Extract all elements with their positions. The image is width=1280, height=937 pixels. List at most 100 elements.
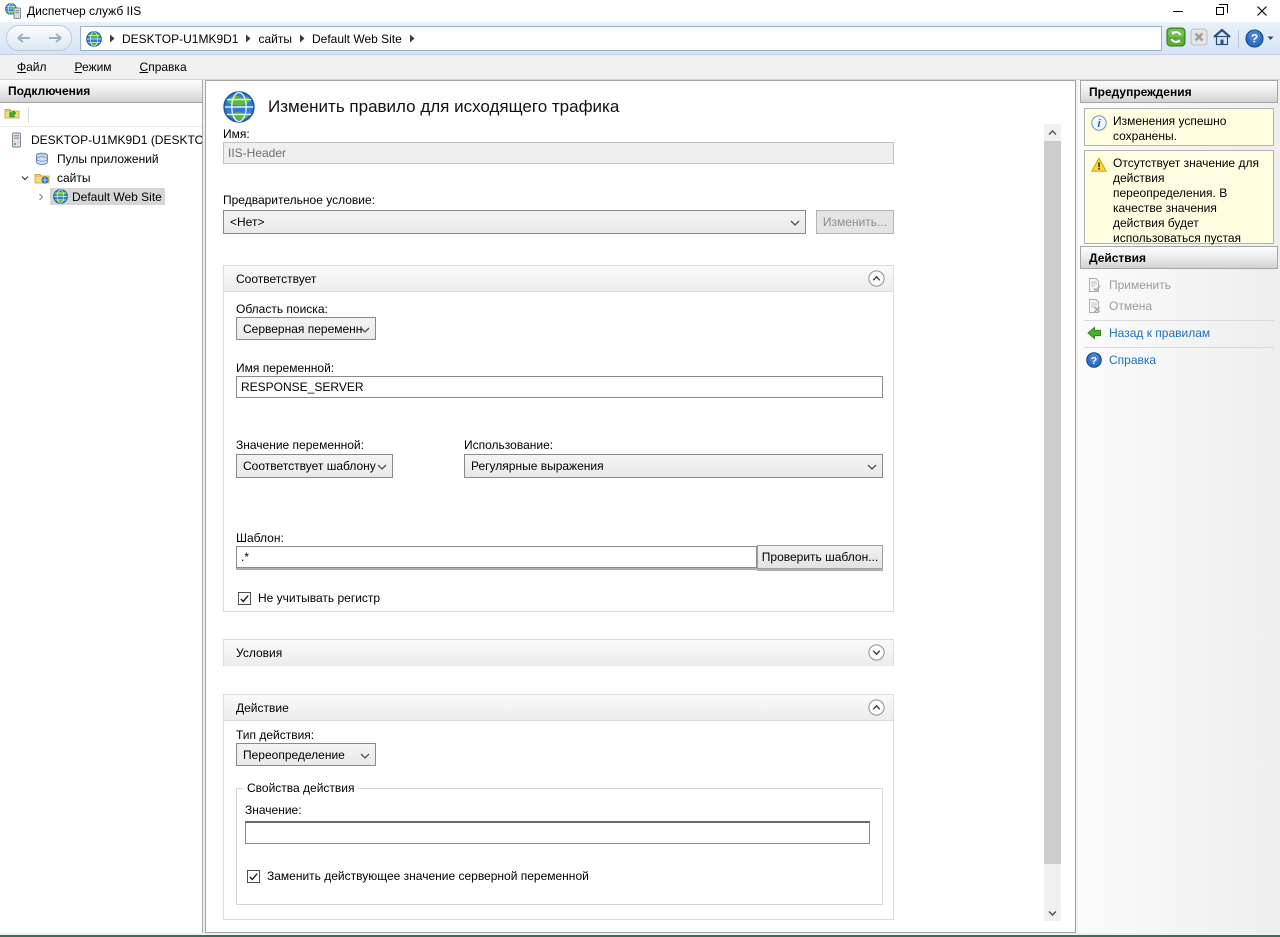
separator <box>1084 347 1274 348</box>
chevron-up-circle-icon <box>868 699 885 716</box>
window-title: Диспетчер служб IIS <box>27 4 141 18</box>
name-input <box>223 142 894 164</box>
home-button[interactable] <box>1212 27 1232 50</box>
variable-value-select[interactable]: Соответствует шаблону <box>236 454 393 478</box>
match-section-header[interactable]: Соответствует <box>224 266 893 292</box>
action-type-label: Тип действия: <box>236 728 314 742</box>
server-icon <box>8 132 24 148</box>
forward-nav-icon <box>47 32 64 44</box>
restore-icon <box>1216 7 1224 15</box>
scrollbar-thumb[interactable] <box>1044 141 1061 864</box>
name-label: Имя: <box>223 127 250 141</box>
connections-toolbar <box>0 103 202 127</box>
stop-icon <box>1190 28 1208 46</box>
separator <box>1084 320 1274 321</box>
back-nav-icon <box>15 32 32 44</box>
iis-app-icon <box>5 3 21 19</box>
breadcrumb-item-server[interactable]: DESKTOP-U1MK9D1 <box>122 32 238 46</box>
scroll-down-button[interactable] <box>1044 904 1061 921</box>
minimize-icon <box>1173 11 1183 12</box>
svg-text:?: ? <box>1091 355 1097 367</box>
precondition-label: Предварительное условие: <box>223 193 375 207</box>
scope-value: Серверная переменн <box>243 322 362 336</box>
collapse-section-button[interactable] <box>868 270 885 287</box>
checkbox-checked-icon <box>238 592 251 605</box>
scope-label: Область поиска: <box>236 302 328 316</box>
action-properties-group: Свойства действия Значение: Заменить дей… <box>236 781 883 905</box>
menu-help[interactable]: Справка <box>131 57 196 77</box>
checkbox-checked-icon <box>247 870 260 883</box>
page-title: Изменить правило для исходящего трафика <box>268 97 619 117</box>
minimize-button[interactable] <box>1160 0 1196 22</box>
chevron-expanded-icon[interactable] <box>20 173 30 183</box>
breadcrumb-item-sites[interactable]: сайты <box>258 32 292 46</box>
chevron-down-icon <box>1048 910 1057 916</box>
tree-item-server[interactable]: DESKTOP-U1MK9D1 (DESKTOI <box>4 130 202 149</box>
folder-go-icon <box>4 105 22 121</box>
using-label: Использование: <box>464 438 553 452</box>
edit-precondition-button: Изменить... <box>816 210 894 234</box>
connections-panel: Подключения DESKTOP-U1MK9D1 (DESKTOI <box>0 80 203 933</box>
ignore-case-checkbox[interactable]: Не учитывать регистр <box>238 591 380 605</box>
breadcrumb-arrow-icon <box>109 34 115 43</box>
help-button[interactable]: ? <box>1245 29 1274 48</box>
globe-icon <box>86 31 102 47</box>
restore-button[interactable] <box>1202 0 1238 22</box>
close-icon <box>1256 5 1268 17</box>
conditions-section-header[interactable]: Условия <box>224 640 893 666</box>
help-label: Справка <box>1109 353 1156 367</box>
vertical-scrollbar[interactable] <box>1044 124 1061 921</box>
workspace: Подключения DESKTOP-U1MK9D1 (DESKTOI <box>0 80 1280 935</box>
conditions-section: Условия <box>223 639 894 666</box>
value-input[interactable] <box>245 821 870 844</box>
variable-value-label: Значение переменной: <box>236 438 364 452</box>
chevron-down-circle-icon <box>868 644 885 661</box>
apply-label: Применить <box>1109 278 1171 292</box>
menu-view[interactable]: Режим <box>66 57 121 77</box>
chevron-up-icon <box>1048 130 1057 136</box>
back-to-rules-link[interactable]: Назад к правилам <box>1086 325 1210 341</box>
warning-alert: ! Отсутствует значение для действия пере… <box>1084 150 1274 244</box>
conditions-section-title: Условия <box>236 646 282 660</box>
variable-name-label: Имя переменной: <box>236 361 334 375</box>
pattern-input[interactable] <box>236 546 757 568</box>
address-toolbar: ? <box>1166 27 1274 50</box>
breadcrumb-item-default-web-site[interactable]: Default Web Site <box>312 32 402 46</box>
menu-file[interactable]: Файл <box>8 57 56 77</box>
tree-item-default-web-site[interactable]: Default Web Site <box>36 187 202 206</box>
help-icon: ? <box>1086 352 1102 368</box>
action-type-select[interactable]: Переопределение <box>236 743 376 766</box>
test-pattern-button[interactable]: Проверить шаблон... <box>757 545 883 569</box>
toolbar-separator <box>1238 30 1239 48</box>
help-link[interactable]: ? Справка <box>1086 352 1156 368</box>
variable-name-input[interactable] <box>236 376 883 398</box>
refresh-button[interactable] <box>1166 27 1186 50</box>
tree-item-sites[interactable]: сайты <box>20 168 202 187</box>
warnings-header: Предупреждения <box>1080 80 1278 103</box>
replace-value-label: Заменить действующее значение серверной … <box>267 869 589 883</box>
precondition-select[interactable]: <Нет> <box>223 210 806 234</box>
svg-text:!: ! <box>1097 162 1100 173</box>
scroll-up-button[interactable] <box>1044 124 1061 141</box>
action-section-header[interactable]: Действие <box>224 695 893 721</box>
cancel-icon <box>1086 298 1102 314</box>
replace-value-checkbox[interactable]: Заменить действующее значение серверной … <box>247 869 589 883</box>
scope-select[interactable]: Серверная переменн <box>236 317 376 340</box>
chevron-down-icon <box>360 753 370 759</box>
save-connection-button[interactable] <box>4 105 22 124</box>
tree-item-label: DESKTOP-U1MK9D1 (DESKTOI <box>28 132 202 148</box>
address-bar: DESKTOP-U1MK9D1 сайты Default Web Site <box>0 22 1280 55</box>
apply-button: Применить <box>1086 277 1171 293</box>
using-select[interactable]: Регулярные выражения <box>464 454 883 478</box>
info-icon: i <box>1091 115 1107 131</box>
close-button[interactable] <box>1244 0 1280 22</box>
tree-item-application-pools[interactable]: Пулы приложений <box>34 149 202 168</box>
sites-folder-icon <box>34 170 50 186</box>
expand-section-button[interactable] <box>868 644 885 661</box>
toolbar-separator <box>28 107 29 123</box>
action-section: Действие Тип действия: Переопределение С… <box>223 694 894 920</box>
chevron-collapsed-icon[interactable] <box>36 192 46 202</box>
warning-alert-text: Отсутствует значение для действия переоп… <box>1113 156 1259 260</box>
info-alert-text: Изменения успешно сохранены. <box>1113 114 1226 143</box>
collapse-section-button[interactable] <box>868 699 885 716</box>
